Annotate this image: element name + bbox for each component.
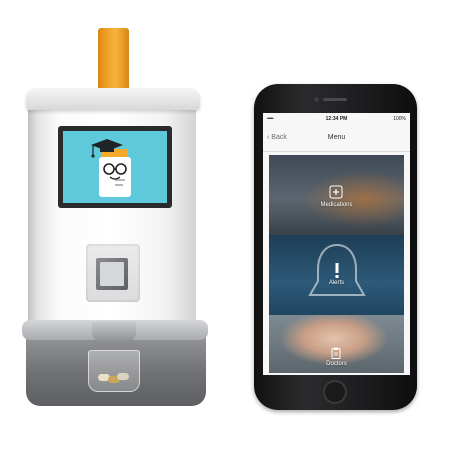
front-camera	[314, 97, 319, 102]
status-time: 12:34 PM	[325, 116, 348, 122]
phone-screen: ••••• 12:34 PM 100% ‹ Back Menu Medicati…	[263, 113, 410, 375]
dispenser-lid	[26, 88, 200, 110]
home-button[interactable]	[323, 380, 347, 404]
menu-item-label: Medications	[320, 202, 353, 208]
menu-item-doctors[interactable]: Doctors	[269, 315, 404, 373]
dispenser-body-edge	[28, 104, 38, 340]
navigation-bar: ‹ Back Menu	[263, 125, 410, 152]
menu-item-alerts[interactable]: Alerts	[269, 235, 404, 315]
status-bar: ••••• 12:34 PM 100%	[263, 113, 410, 125]
dispenser-spout	[92, 322, 136, 342]
dispense-button-face[interactable]	[100, 262, 124, 286]
page-title: Menu	[327, 134, 346, 141]
dispenser-display	[63, 131, 167, 203]
pill-cup[interactable]	[88, 350, 140, 392]
clipboard-icon	[331, 347, 341, 359]
menu-item-medications[interactable]: Medications	[269, 155, 404, 235]
menu-item-label: Doctors	[326, 361, 347, 367]
menu-item-label: Alerts	[328, 280, 345, 286]
pill	[117, 373, 129, 380]
earpiece-speaker	[323, 98, 347, 101]
graduate-pill-bottle-icon	[91, 139, 131, 197]
battery-indicator: 100%	[393, 116, 406, 122]
pill-dispenser-device	[0, 0, 230, 458]
bell-alert-icon	[308, 243, 366, 296]
pill-bottle-icon	[329, 185, 343, 199]
